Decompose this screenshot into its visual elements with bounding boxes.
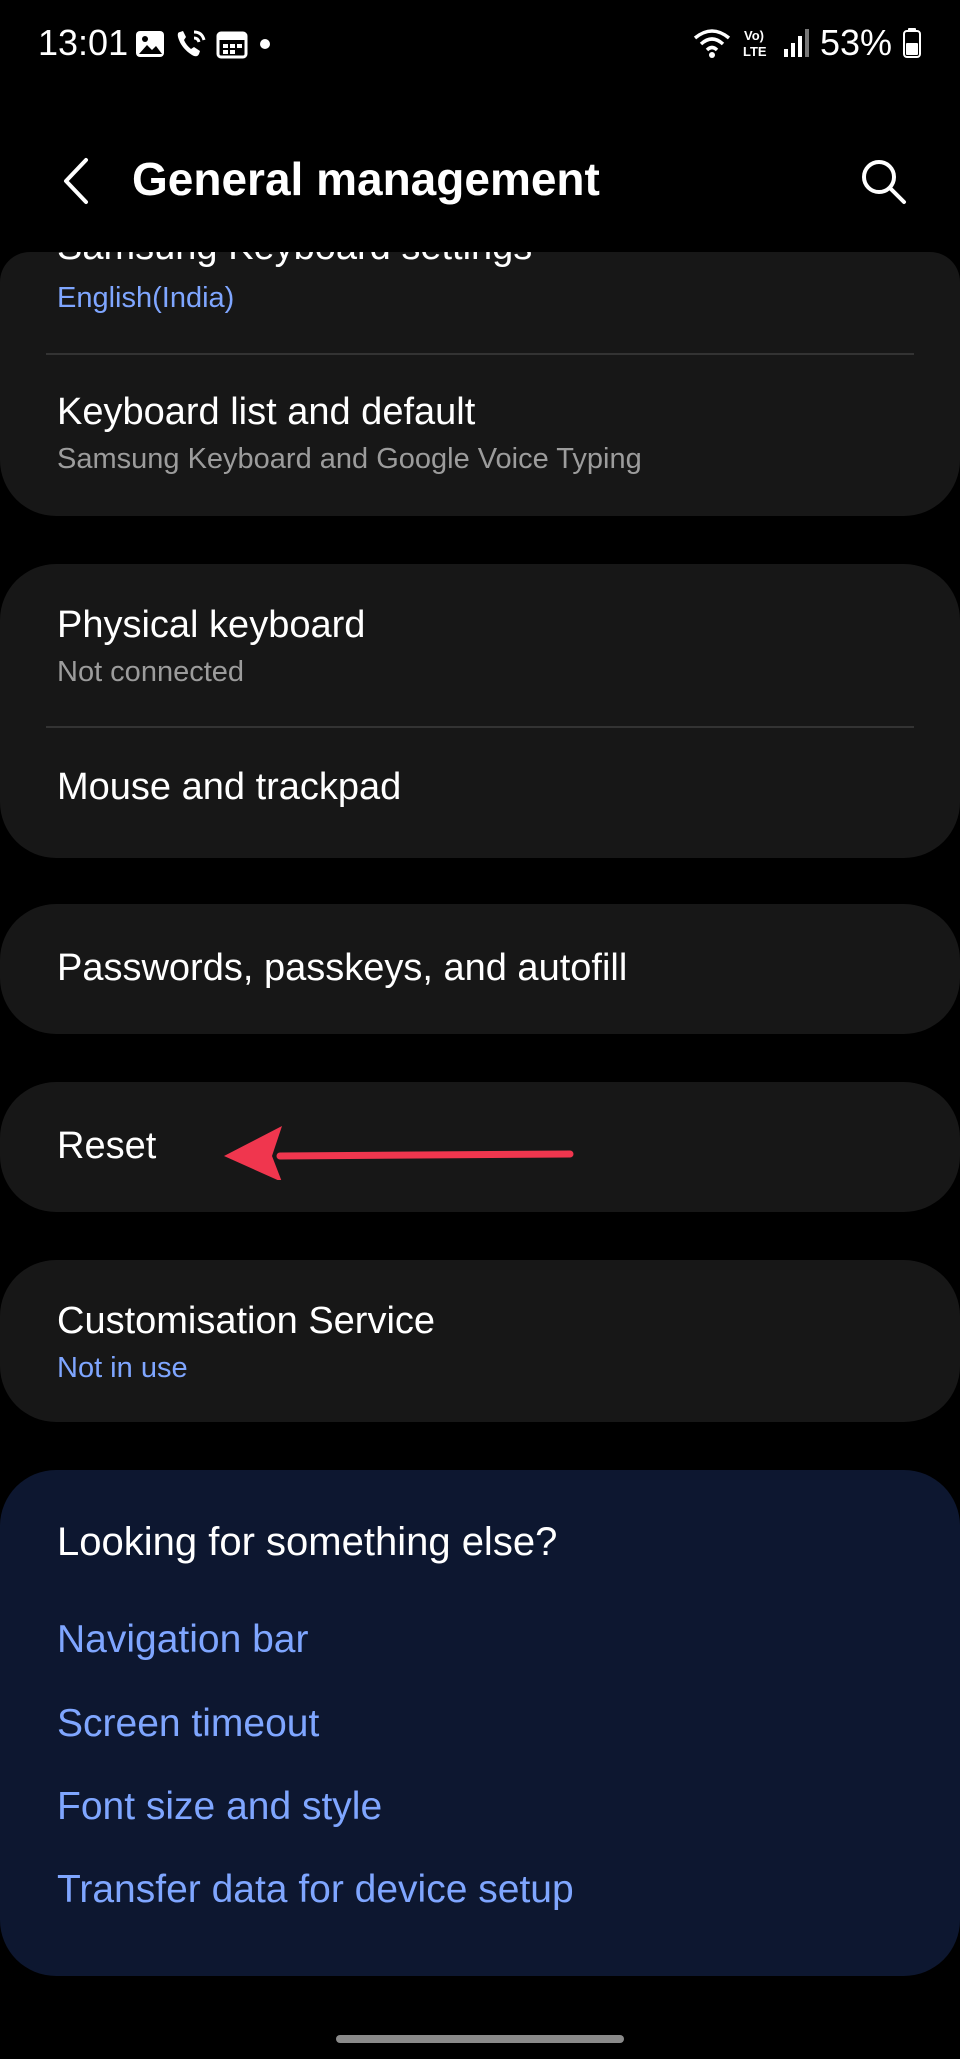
samsung-keyboard-settings-subtitle: English(India) bbox=[57, 282, 235, 314]
input-devices-card: Physical keyboard Not connected Mouse an… bbox=[0, 564, 960, 858]
font-size-and-style-link[interactable]: Font size and style bbox=[57, 1785, 382, 1829]
keyboard-list-title: Keyboard list and default bbox=[57, 391, 476, 433]
looking-for-something-else-card: Looking for something else? Navigation b… bbox=[0, 1470, 960, 1976]
dot-icon bbox=[260, 39, 270, 49]
customisation-title: Customisation Service bbox=[57, 1300, 436, 1342]
status-bar: 13:01 Vo) LTE 53% bbox=[0, 0, 960, 90]
passwords-title: Passwords, passkeys, and autofill bbox=[57, 947, 628, 989]
reset-title: Reset bbox=[57, 1125, 157, 1167]
samsung-keyboard-settings-title: Samsung Keyboard settings bbox=[57, 252, 532, 269]
gallery-icon bbox=[136, 31, 164, 57]
customisation-subtitle: Not in use bbox=[57, 1352, 188, 1384]
samsung-keyboard-settings-item[interactable]: Samsung Keyboard settings English(India) bbox=[0, 252, 960, 354]
navigation-bar-link[interactable]: Navigation bar bbox=[57, 1618, 308, 1662]
physical-keyboard-subtitle: Not connected bbox=[57, 656, 245, 688]
wifi-call-icon bbox=[177, 30, 206, 57]
mouse-and-trackpad-item[interactable]: Mouse and trackpad bbox=[0, 728, 960, 858]
page-title: General management bbox=[132, 153, 600, 205]
keyboard-list-item[interactable]: Keyboard list and default Samsung Keyboa… bbox=[0, 355, 960, 516]
status-icons-right: Vo) LTE 53% bbox=[692, 22, 922, 64]
signal-icon bbox=[783, 29, 809, 57]
wifi-icon bbox=[693, 29, 731, 58]
home-indicator[interactable] bbox=[336, 2035, 624, 2043]
mouse-and-trackpad-title: Mouse and trackpad bbox=[57, 766, 402, 808]
physical-keyboard-item[interactable]: Physical keyboard Not connected bbox=[0, 564, 960, 726]
volte-icon: Vo) LTE bbox=[743, 28, 767, 59]
status-icons-left bbox=[134, 28, 274, 60]
svg-text:Vo): Vo) bbox=[744, 28, 764, 43]
app-bar: General management bbox=[0, 130, 960, 230]
screen-timeout-link[interactable]: Screen timeout bbox=[57, 1702, 319, 1746]
calendar-icon bbox=[216, 31, 248, 59]
status-time: 13:01 bbox=[38, 22, 129, 63]
battery-icon bbox=[903, 28, 921, 58]
transfer-data-link[interactable]: Transfer data for device setup bbox=[57, 1868, 574, 1912]
keyboard-list-subtitle: Samsung Keyboard and Google Voice Typing bbox=[57, 443, 642, 475]
battery-percent: 53% bbox=[819, 22, 892, 63]
keyboard-settings-card: Samsung Keyboard settings English(India)… bbox=[0, 252, 960, 516]
search-icon[interactable] bbox=[858, 156, 910, 208]
red-arrow-annotation bbox=[224, 1126, 574, 1180]
passwords-card[interactable]: Passwords, passkeys, and autofill bbox=[0, 904, 960, 1034]
looking-for-title: Looking for something else? bbox=[57, 1520, 558, 1564]
back-icon[interactable] bbox=[52, 154, 102, 208]
customisation-card[interactable]: Customisation Service Not in use bbox=[0, 1260, 960, 1422]
svg-text:LTE: LTE bbox=[743, 44, 767, 59]
physical-keyboard-title: Physical keyboard bbox=[57, 604, 366, 646]
